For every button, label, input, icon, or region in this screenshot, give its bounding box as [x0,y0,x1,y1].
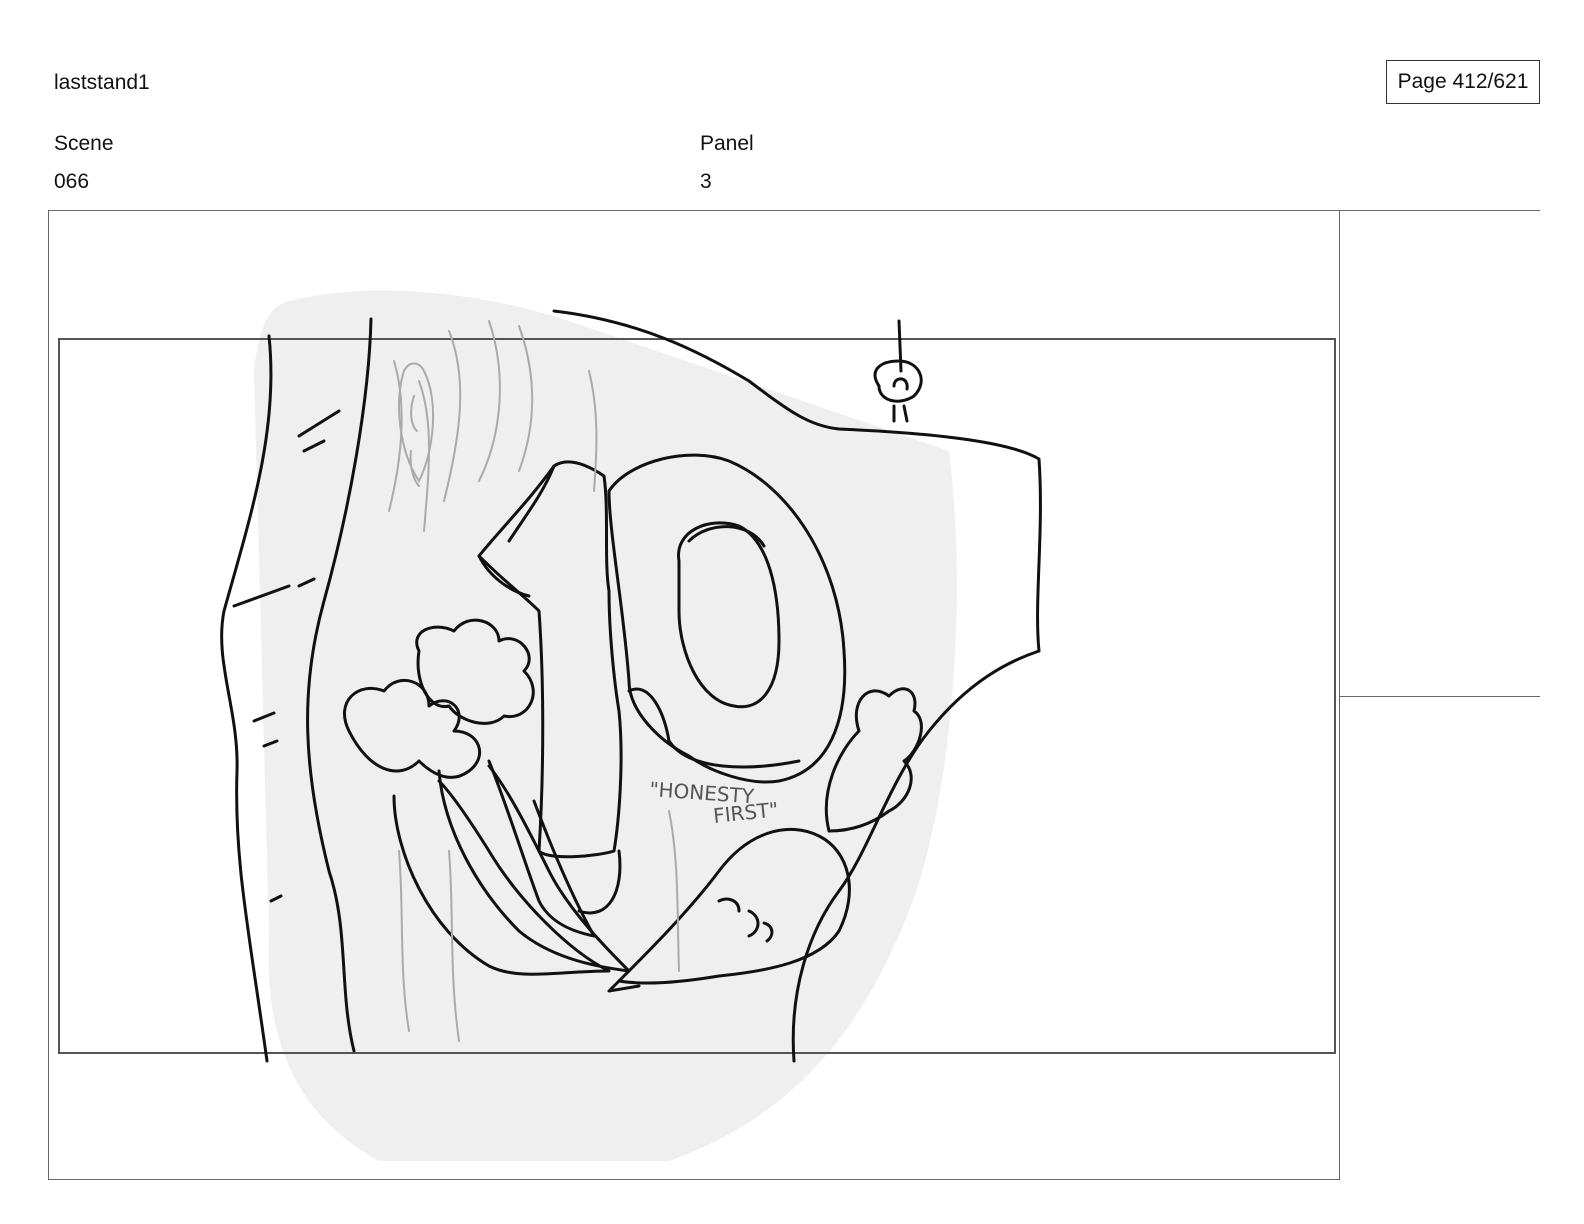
scene-label: Scene [54,132,114,155]
hanging-ring [873,319,923,423]
panel-value: 3 [700,170,712,193]
scene-value: 066 [54,170,90,193]
project-title: laststand1 [54,71,150,94]
notes-divider [1340,696,1540,697]
panel-label: Panel [700,132,754,155]
page-counter: Page 412/621 [1386,60,1540,104]
shading-area [254,290,957,1161]
storyboard-panel: "HONESTY FIRST" [48,210,1340,1180]
panel-sketch: "HONESTY FIRST" [58,290,1336,1161]
header-divider [1340,210,1540,211]
